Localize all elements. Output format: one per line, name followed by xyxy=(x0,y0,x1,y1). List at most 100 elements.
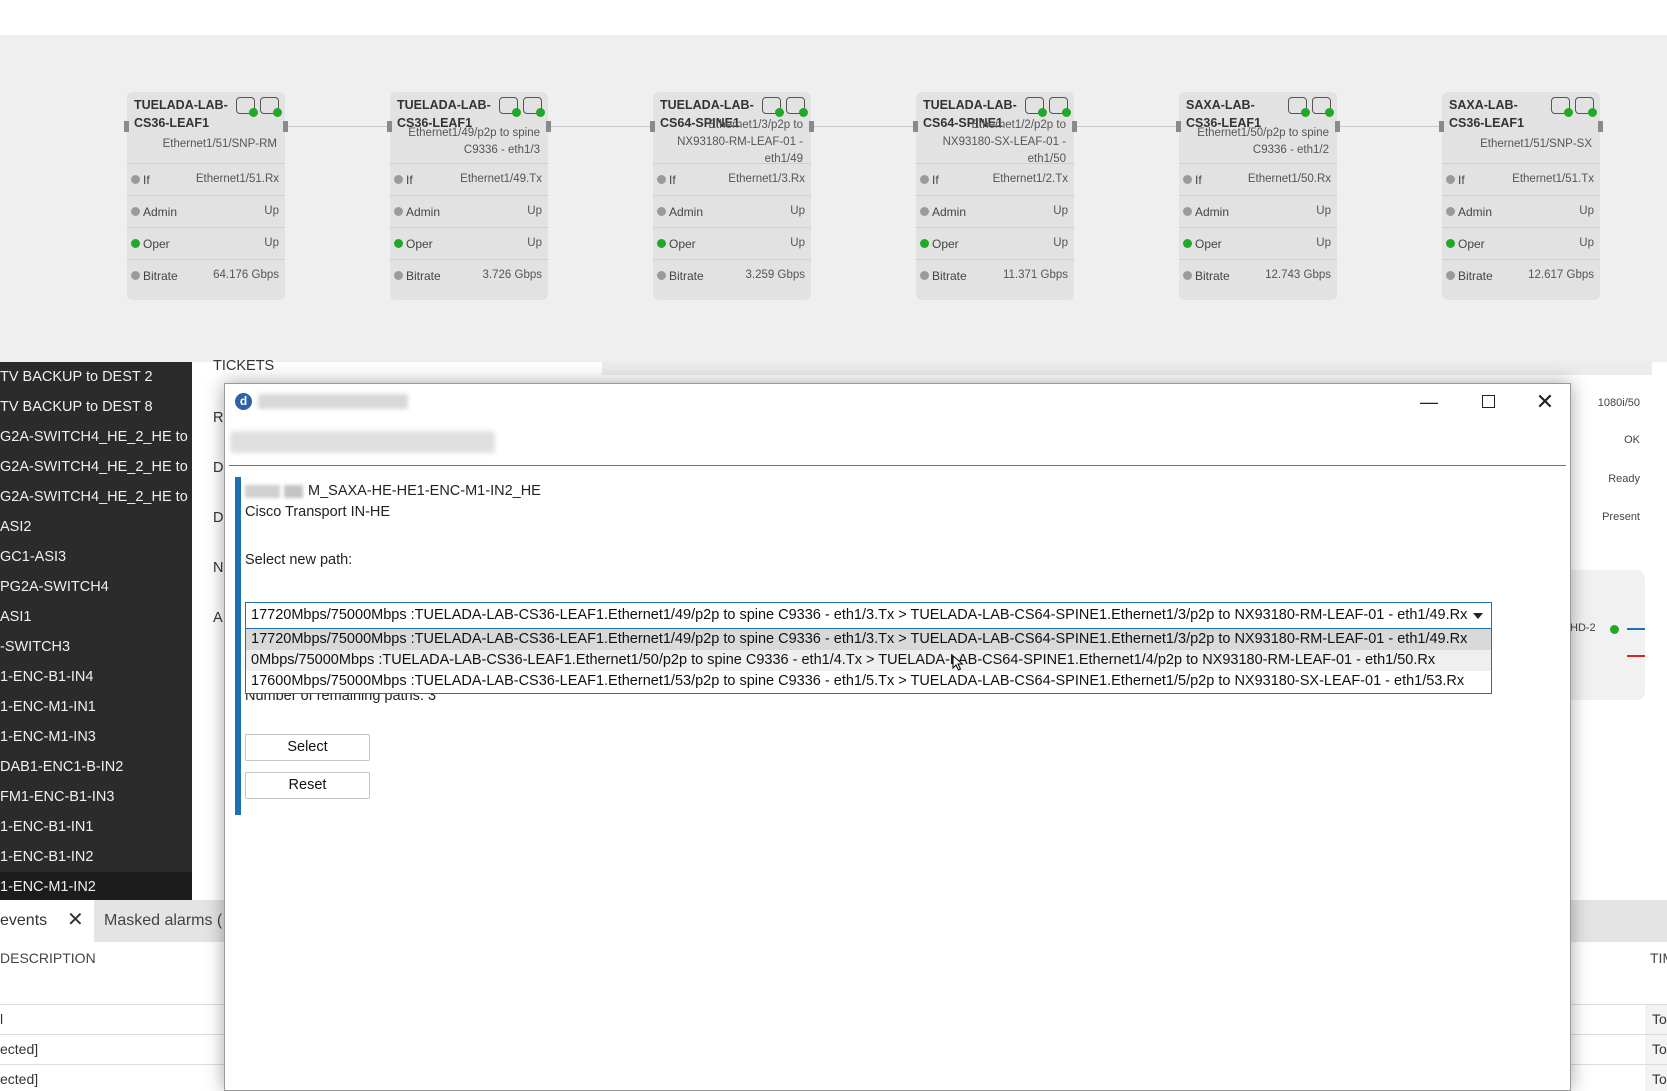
list-item[interactable]: DAB1-ENC1-B-IN2 xyxy=(0,752,192,782)
status-value: 1080i/50 xyxy=(1597,397,1640,409)
list-item[interactable]: TV BACKUP to DEST 8 xyxy=(0,392,192,422)
list-item[interactable]: 1-ENC-M1-IN1 xyxy=(0,692,192,722)
node-row-oper: Oper Up xyxy=(390,227,548,259)
status-dot-icon xyxy=(394,271,403,280)
node-interface-desc: Ethernet1/3/p2p to NX93180-RM-LEAF-01 - … xyxy=(677,119,803,165)
background-field-label: D xyxy=(213,510,224,526)
close-icon[interactable]: ✕ xyxy=(67,908,84,932)
port-handle[interactable] xyxy=(1176,121,1181,132)
list-item[interactable]: G2A-SWITCH4_HE_2_HE to SA xyxy=(0,452,192,482)
node-interface-desc: Ethernet1/51/SNP-SX xyxy=(1480,138,1592,150)
list-item[interactable]: ASI1 xyxy=(0,602,192,632)
status-dot-icon xyxy=(657,175,666,184)
port-handle[interactable] xyxy=(283,121,288,132)
topology-node[interactable]: SAXA-LAB-CS36-LEAF1 Ethernet1/50/p2p to … xyxy=(1176,92,1340,300)
reset-button[interactable]: Reset xyxy=(245,772,370,799)
port-handle[interactable] xyxy=(546,121,551,132)
path-option[interactable]: 17600Mbps/75000Mbps :TUELADA-LAB-CS36-LE… xyxy=(246,671,1491,692)
path-select[interactable]: 17720Mbps/75000Mbps :TUELADA-LAB-CS36-LE… xyxy=(245,602,1492,629)
device-status-icon[interactable] xyxy=(1312,97,1334,117)
list-item[interactable]: 1-ENC-B1-IN1 xyxy=(0,812,192,842)
topology-node[interactable]: SAXA-LAB-CS36-LEAF1 Ethernet1/51/SNP-SX … xyxy=(1439,92,1603,300)
list-item[interactable]: G2A-SWITCH4_HE_2_HE to SA xyxy=(0,482,192,512)
path-dropdown-list[interactable]: 17720Mbps/75000Mbps :TUELADA-LAB-CS36-LE… xyxy=(245,629,1492,694)
port-handle[interactable] xyxy=(1439,121,1444,132)
list-item[interactable]: FM1-ENC-B1-IN3 xyxy=(0,782,192,812)
cell: ected] xyxy=(0,1071,39,1087)
node-row-bitrate: Bitrate 64.176 Gbps xyxy=(127,259,285,291)
row-value: Up xyxy=(1316,237,1331,249)
device-status-icon[interactable] xyxy=(1551,97,1573,117)
device-status-icon[interactable] xyxy=(786,97,808,117)
row-label: Admin xyxy=(932,205,967,219)
chevron-down-icon[interactable] xyxy=(1473,613,1483,619)
path-option[interactable]: 17720Mbps/75000Mbps :TUELADA-LAB-CS36-LE… xyxy=(246,629,1491,650)
list-item[interactable]: 1-ENC-B1-IN2 xyxy=(0,842,192,872)
node-row-admin: Admin Up xyxy=(127,195,285,227)
list-item[interactable]: 1-ENC-M1-IN3 xyxy=(0,722,192,752)
port-handle[interactable] xyxy=(1335,121,1340,132)
list-item-selected[interactable]: 1-ENC-M1-IN2 xyxy=(0,872,192,900)
device-status-icon[interactable] xyxy=(762,97,784,117)
port-handle[interactable] xyxy=(1072,121,1077,132)
port-handle[interactable] xyxy=(650,121,655,132)
node-row-if: If Ethernet1/3.Rx xyxy=(653,163,811,195)
tab-masked-alarms[interactable]: Masked alarms ( xyxy=(104,912,222,930)
node-row-oper: Oper Up xyxy=(916,227,1074,259)
row-value: Ethernet1/3.Rx xyxy=(728,173,805,185)
node-row-oper: Oper Up xyxy=(1442,227,1600,259)
row-label: Admin xyxy=(1458,205,1493,219)
topology-node[interactable]: TUELADA-LAB-CS64-SPINE1 Ethernet1/3/p2p … xyxy=(650,92,814,300)
device-status-icon[interactable] xyxy=(523,97,545,117)
port-handle[interactable] xyxy=(809,121,814,132)
topology-node[interactable]: TUELADA-LAB-CS36-LEAF1 Ethernet1/51/SNP-… xyxy=(124,92,288,300)
close-icon[interactable]: ✕ xyxy=(1525,388,1565,416)
redacted-text xyxy=(245,484,280,498)
status-dot-icon xyxy=(657,271,666,280)
topology-link xyxy=(547,126,652,127)
device-status-icon[interactable] xyxy=(236,97,258,117)
device-status-icon[interactable] xyxy=(1575,97,1597,117)
list-item[interactable]: TV BACKUP to DEST 2 xyxy=(0,362,192,392)
row-value: Up xyxy=(1053,237,1068,249)
row-value: Up xyxy=(527,237,542,249)
node-row-if: If Ethernet1/2.Tx xyxy=(916,163,1074,195)
list-item[interactable]: ASI2 xyxy=(0,512,192,542)
tab-events-label[interactable]: events xyxy=(0,912,47,930)
list-item[interactable]: G2A-SWITCH4_HE_2_HE to SA xyxy=(0,422,192,452)
list-item[interactable]: GC1-ASI3 xyxy=(0,542,192,572)
left-list: TV BACKUP to DEST 2 TV BACKUP to DEST 8 … xyxy=(0,362,192,900)
row-value: Up xyxy=(264,237,279,249)
path-option[interactable]: 0Mbps/75000Mbps :TUELADA-LAB-CS36-LEAF1.… xyxy=(246,650,1491,671)
select-path-label: Select new path: xyxy=(245,552,353,568)
device-status-icon[interactable] xyxy=(1025,97,1047,117)
column-header-time[interactable]: TIM xyxy=(1650,950,1667,966)
maximize-icon[interactable] xyxy=(1468,388,1508,416)
device-status-icon[interactable] xyxy=(1288,97,1310,117)
port-handle[interactable] xyxy=(387,121,392,132)
row-value: Ethernet1/51.Tx xyxy=(1512,173,1594,185)
column-header-description[interactable]: DESCRIPTION xyxy=(0,950,96,966)
topology-node[interactable]: TUELADA-LAB-CS36-LEAF1 Ethernet1/49/p2p … xyxy=(387,92,551,300)
select-button[interactable]: Select xyxy=(245,734,370,761)
device-status-icon[interactable] xyxy=(260,97,282,117)
port-handle[interactable] xyxy=(1598,121,1603,132)
port-handle[interactable] xyxy=(124,121,129,132)
background-field-label: N xyxy=(213,560,224,576)
list-item[interactable]: -SWITCH3 xyxy=(0,632,192,662)
port-handle[interactable] xyxy=(913,121,918,132)
diagram-link xyxy=(1627,628,1645,630)
change-path-dialog: d — ✕ M_SAXA-HE-HE1-ENC-M1-IN2_HE Cisco … xyxy=(224,383,1571,1091)
row-label: If xyxy=(669,173,676,187)
minimize-icon[interactable]: — xyxy=(1409,388,1449,416)
device-status-icon[interactable] xyxy=(1049,97,1071,117)
row-label: Oper xyxy=(1458,237,1485,251)
cell: To xyxy=(1652,1071,1667,1087)
device-status-icon[interactable] xyxy=(499,97,521,117)
cell: To xyxy=(1652,1041,1667,1057)
status-dot-icon xyxy=(131,207,140,216)
node-title: SAXA-LAB-CS36-LEAF1 xyxy=(1449,98,1525,130)
list-item[interactable]: 1-ENC-B1-IN4 xyxy=(0,662,192,692)
topology-node[interactable]: TUELADA-LAB-CS64-SPINE1 Ethernet1/2/p2p … xyxy=(913,92,1077,300)
list-item[interactable]: PG2A-SWITCH4 xyxy=(0,572,192,602)
